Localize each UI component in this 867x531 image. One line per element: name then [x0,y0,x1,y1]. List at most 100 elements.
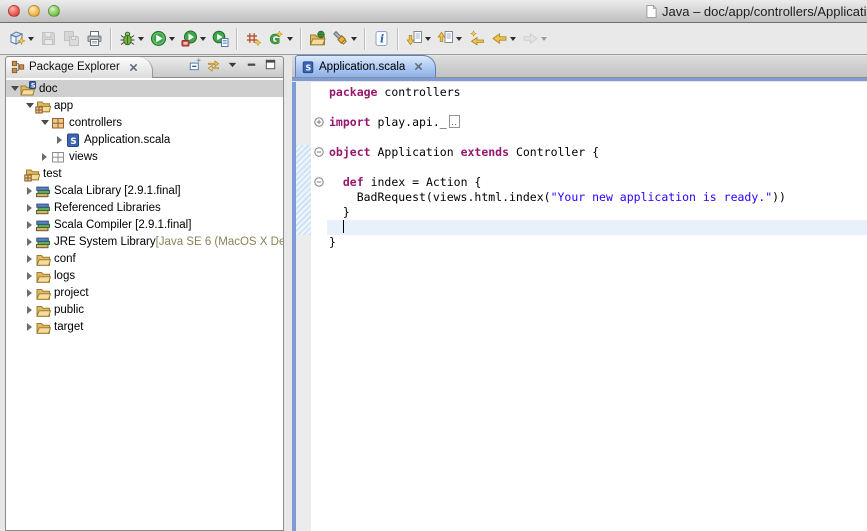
toolbar-separator [397,28,399,50]
run-button[interactable] [147,26,178,52]
folding-ruler[interactable] [311,82,327,531]
expand-arrow-icon[interactable] [24,306,35,314]
expand-arrow-icon[interactable] [24,238,35,246]
toolbar-separator [300,28,302,50]
code-line[interactable] [327,160,867,175]
collapse-all-button[interactable] [185,58,204,76]
code-line[interactable]: package controllers [327,85,867,100]
run-external-tools-icon [212,30,229,47]
tree-item-views[interactable]: views [6,148,283,165]
next-annotation-icon [406,30,423,47]
scala-project-icon: S [20,81,36,97]
code-text-area[interactable]: package controllers import play.api._obje… [327,82,867,531]
close-editor-icon[interactable] [409,58,428,76]
close-view-icon[interactable] [124,58,143,76]
code-line[interactable]: } [327,205,867,220]
tree-item-project[interactable]: project [6,284,283,301]
code-token: index = Action { [364,175,482,189]
dropdown-arrow-icon [200,37,206,41]
tree-item-target[interactable]: target [6,318,283,335]
expand-arrow-icon[interactable] [24,187,35,195]
tree-item-jre-system-library[interactable]: JRE System Library [Java SE 6 (MacOS X D… [6,233,283,250]
tree-item-public[interactable]: public [6,301,283,318]
fold-expand-icon[interactable] [314,117,324,127]
collapse-arrow-icon[interactable] [9,86,20,91]
new-wizard-icon [9,30,26,47]
fold-collapse-icon[interactable] [314,177,324,187]
tree-item-logs[interactable]: logs [6,267,283,284]
scala-file-icon: S [65,132,81,148]
tree-item-scala-compiler-2-9-1-final[interactable]: Scala Compiler [2.9.1.final] [6,216,283,233]
package-explorer-body: SdocappcontrollersSApplication.scalaview… [5,78,284,531]
tab-package-explorer[interactable]: Package Explorer [6,57,153,78]
last-edit-location-button[interactable] [465,26,488,52]
collapsed-region-icon[interactable] [449,115,460,128]
toggle-mark-occurrences-button[interactable]: i [370,26,393,52]
code-line[interactable] [327,130,867,145]
minimize-window-button[interactable] [28,5,40,17]
package-explorer-header: Package Explorer [5,56,284,78]
expand-arrow-icon[interactable] [39,153,50,161]
code-line[interactable]: } [327,235,867,250]
code-token: object [329,145,371,159]
project-tree: SdocappcontrollersSApplication.scalaview… [6,78,283,335]
tree-item-test[interactable]: test [6,165,283,182]
new-java-element-button[interactable] [242,26,265,52]
fold-collapse-icon[interactable] [314,147,324,157]
tab-application-scala[interactable]: S Application.scala [295,55,436,77]
code-line[interactable]: def index = Action { [327,175,867,190]
close-window-button[interactable] [8,5,20,17]
run-last-tool-button[interactable] [178,26,209,52]
code-line[interactable]: import play.api._ [327,115,867,130]
back-button[interactable] [488,26,519,52]
link-with-editor-button[interactable] [204,58,223,76]
code-line[interactable]: BadRequest(views.html.index("Your new ap… [327,190,867,205]
maximize-view-button[interactable] [261,58,280,76]
open-type-button[interactable] [306,26,329,52]
print-button[interactable] [83,26,106,52]
tree-item-app[interactable]: app [6,97,283,114]
collapse-arrow-icon[interactable] [39,120,50,125]
new-wizard-button[interactable] [6,26,37,52]
tree-item-label: doc [39,83,58,95]
package-explorer-view: Package Explorer SdocappcontrollersSAppl… [5,56,284,531]
code-token: Application [371,145,461,159]
collapse-arrow-icon[interactable] [24,103,35,108]
tree-item-scala-library-2-9-1-final[interactable]: Scala Library [2.9.1.final] [6,182,283,199]
tree-item-doc[interactable]: Sdoc [6,80,283,97]
code-line[interactable] [327,220,867,235]
forward-icon [522,30,539,47]
new-scala-element-button[interactable]: G [265,26,296,52]
expand-arrow-icon[interactable] [24,272,35,280]
expand-arrow-icon[interactable] [54,136,65,144]
back-icon [491,30,508,47]
tree-item-conf[interactable]: conf [6,250,283,267]
code-line[interactable]: object Application extends Controller { [327,145,867,160]
run-external-tools-button[interactable] [209,26,232,52]
debug-button[interactable] [116,26,147,52]
expand-arrow-icon[interactable] [24,323,35,331]
view-menu-button[interactable] [223,58,242,76]
previous-annotation-button[interactable] [434,26,465,52]
zoom-window-button[interactable] [48,5,60,17]
folder-icon [35,319,51,335]
cursor-indent [329,220,343,234]
tree-item-referenced-libraries[interactable]: Referenced Libraries [6,199,283,216]
minimize-view-button[interactable] [242,58,261,76]
tree-item-label: Application.scala [84,134,170,146]
print-icon [86,30,103,47]
tree-item-application-scala[interactable]: SApplication.scala [6,131,283,148]
expand-arrow-icon[interactable] [24,289,35,297]
sash[interactable] [284,56,292,531]
code-line[interactable] [327,100,867,115]
search-button[interactable] [329,26,360,52]
tree-item-label: JRE System Library [54,236,156,248]
next-annotation-button[interactable] [403,26,434,52]
expand-arrow-icon[interactable] [24,221,35,229]
expand-arrow-icon[interactable] [24,204,35,212]
main-toolbar: Gi [0,23,867,55]
text-caret [343,220,345,233]
expand-arrow-icon[interactable] [24,255,35,263]
save-all-button [60,26,83,52]
tree-item-controllers[interactable]: controllers [6,114,283,131]
